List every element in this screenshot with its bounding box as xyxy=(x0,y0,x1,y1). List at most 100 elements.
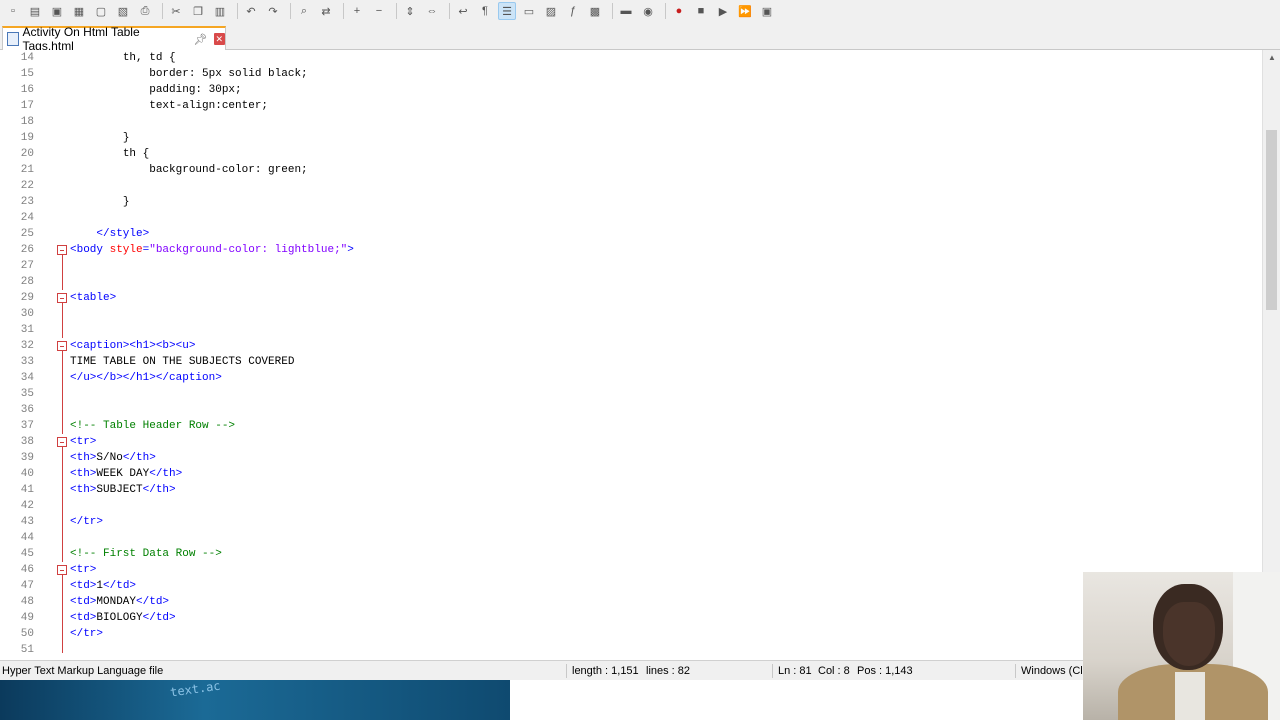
code-line[interactable]: 21 background-color: green; xyxy=(0,162,1262,178)
undo-icon[interactable]: ↶ xyxy=(242,2,260,20)
line-number: 45 xyxy=(20,548,34,560)
line-number: 27 xyxy=(20,260,34,272)
code-line[interactable]: 25 </style> xyxy=(0,226,1262,242)
line-number: 14 xyxy=(20,52,34,64)
status-pos: Pos : 1,143 xyxy=(857,665,913,677)
code-line[interactable]: 33 TIME TABLE ON THE SUBJECTS COVERED xyxy=(0,354,1262,370)
folder-workspace-icon[interactable]: ▩ xyxy=(586,2,604,20)
code-line[interactable]: 26 <body style="background-color: lightbl… xyxy=(0,242,1262,258)
code-line[interactable]: 45 <!-- First Data Row --> xyxy=(0,546,1262,562)
code-line[interactable]: 20 th { xyxy=(0,146,1262,162)
code-line[interactable]: 24 xyxy=(0,210,1262,226)
tab-activity-file[interactable]: Activity On Html Table Tags.html 📌︎ ✕ xyxy=(2,25,226,53)
monitor-icon[interactable]: ◉ xyxy=(639,2,657,20)
close-icon[interactable]: ▢ xyxy=(92,2,110,20)
vertical-scrollbar[interactable]: ▲ xyxy=(1262,50,1280,653)
code-line[interactable]: 28 xyxy=(0,274,1262,290)
code-line[interactable]: 19 } xyxy=(0,130,1262,146)
code-line[interactable]: 40 <th>WEEK DAY</th> xyxy=(0,466,1262,482)
fold-toggle-icon[interactable] xyxy=(56,290,68,306)
code-line[interactable]: 34 </u></b></h1></caption> xyxy=(0,370,1262,386)
sync-horizontal-icon[interactable]: ⇔ xyxy=(423,2,441,20)
fold-toggle-icon[interactable] xyxy=(56,562,68,578)
strip-text: text.ac xyxy=(169,680,222,700)
code-line[interactable]: 36 xyxy=(0,402,1262,418)
code-line[interactable]: 44 xyxy=(0,530,1262,546)
zoom-in-icon[interactable]: + xyxy=(348,2,366,20)
fold-toggle-icon[interactable] xyxy=(56,338,68,354)
fold-guide xyxy=(56,354,68,370)
line-number: 22 xyxy=(20,180,34,192)
fold-guide xyxy=(56,466,68,482)
code-line[interactable]: 42 xyxy=(0,498,1262,514)
line-number: 46 xyxy=(20,564,34,576)
scroll-up-icon[interactable]: ▲ xyxy=(1263,50,1280,66)
line-number: 38 xyxy=(20,436,34,448)
code-line[interactable]: 50 </tr> xyxy=(0,626,1262,642)
code-line[interactable]: 37 <!-- Table Header Row --> xyxy=(0,418,1262,434)
pin-icon[interactable]: 📌︎ xyxy=(194,33,208,46)
code-line[interactable]: 47 <td>1</td> xyxy=(0,578,1262,594)
replace-icon[interactable]: ⇄ xyxy=(317,2,335,20)
scroll-thumb[interactable] xyxy=(1266,130,1277,310)
find-icon[interactable]: ⌕ xyxy=(295,2,313,20)
code-line[interactable]: 46 <tr> xyxy=(0,562,1262,578)
fold-toggle-icon[interactable] xyxy=(56,434,68,450)
code-line[interactable]: 35 xyxy=(0,386,1262,402)
doc-switcher-icon[interactable]: ▬ xyxy=(617,2,635,20)
new-file-icon[interactable]: ▫ xyxy=(4,2,22,20)
fold-guide xyxy=(56,514,68,530)
code-line[interactable]: 16 padding: 30px; xyxy=(0,82,1262,98)
redo-icon[interactable]: ↷ xyxy=(264,2,282,20)
code-line[interactable]: 14 th, td { xyxy=(0,50,1262,66)
close-tab-icon[interactable]: ✕ xyxy=(213,33,225,45)
code-line[interactable]: 48 <td>MONDAY</td> xyxy=(0,594,1262,610)
cut-icon[interactable]: ✂ xyxy=(167,2,185,20)
code-line[interactable]: 27 xyxy=(0,258,1262,274)
fold-guide xyxy=(56,306,68,322)
code-line[interactable]: 41 <th>SUBJECT</th> xyxy=(0,482,1262,498)
code-line[interactable]: 30 xyxy=(0,306,1262,322)
code-line[interactable]: 51 xyxy=(0,642,1262,653)
code-line[interactable]: 43 </tr> xyxy=(0,514,1262,530)
run-macro-multiple-icon[interactable]: ⏩ xyxy=(736,2,754,20)
record-macro-icon[interactable]: ● xyxy=(670,2,688,20)
code-line[interactable]: 15 border: 5px solid black; xyxy=(0,66,1262,82)
function-list-icon[interactable]: ƒ xyxy=(564,2,582,20)
close-all-icon[interactable]: ▧ xyxy=(114,2,132,20)
code-line[interactable]: 18 xyxy=(0,114,1262,130)
stop-macro-icon[interactable]: ■ xyxy=(692,2,710,20)
line-number: 28 xyxy=(20,276,34,288)
line-number: 15 xyxy=(20,68,34,80)
play-macro-icon[interactable]: ▶ xyxy=(714,2,732,20)
code-text: <!-- Table Header Row --> xyxy=(70,420,236,432)
word-wrap-icon[interactable]: ↩ xyxy=(454,2,472,20)
code-line[interactable]: 23 } xyxy=(0,194,1262,210)
indent-guide-icon[interactable]: ☰ xyxy=(498,2,516,20)
code-line[interactable]: 32 <caption><h1><b><u> xyxy=(0,338,1262,354)
doc-map-icon[interactable]: ▨ xyxy=(542,2,560,20)
toolbar-separator xyxy=(237,3,238,19)
save-icon[interactable]: ▣ xyxy=(48,2,66,20)
copy-icon[interactable]: ❐ xyxy=(189,2,207,20)
code-line[interactable]: 22 xyxy=(0,178,1262,194)
code-line[interactable]: 29 <table> xyxy=(0,290,1262,306)
save-all-icon[interactable]: ▦ xyxy=(70,2,88,20)
code-editor[interactable]: 14 th, td {15 border: 5px solid black; 16… xyxy=(0,50,1262,653)
save-macro-icon[interactable]: ▣ xyxy=(758,2,776,20)
code-line[interactable]: 49 <td>BIOLOGY</td> xyxy=(0,610,1262,626)
code-line[interactable]: 39 <th>S/No</th> xyxy=(0,450,1262,466)
line-number: 39 xyxy=(20,452,34,464)
code-line[interactable]: 38 <tr> xyxy=(0,434,1262,450)
open-file-icon[interactable]: ▤ xyxy=(26,2,44,20)
paste-icon[interactable]: ▥ xyxy=(211,2,229,20)
sync-vertical-icon[interactable]: ⇕ xyxy=(401,2,419,20)
code-line[interactable]: 31 xyxy=(0,322,1262,338)
show-all-chars-icon[interactable]: ¶ xyxy=(476,2,494,20)
print-icon[interactable]: ⎙ xyxy=(136,2,154,20)
code-text: TIME TABLE ON THE SUBJECTS COVERED xyxy=(70,356,295,368)
user-lang-icon[interactable]: ▭ xyxy=(520,2,538,20)
zoom-out-icon[interactable]: − xyxy=(370,2,388,20)
fold-toggle-icon[interactable] xyxy=(56,242,68,258)
code-line[interactable]: 17 text-align:center; xyxy=(0,98,1262,114)
